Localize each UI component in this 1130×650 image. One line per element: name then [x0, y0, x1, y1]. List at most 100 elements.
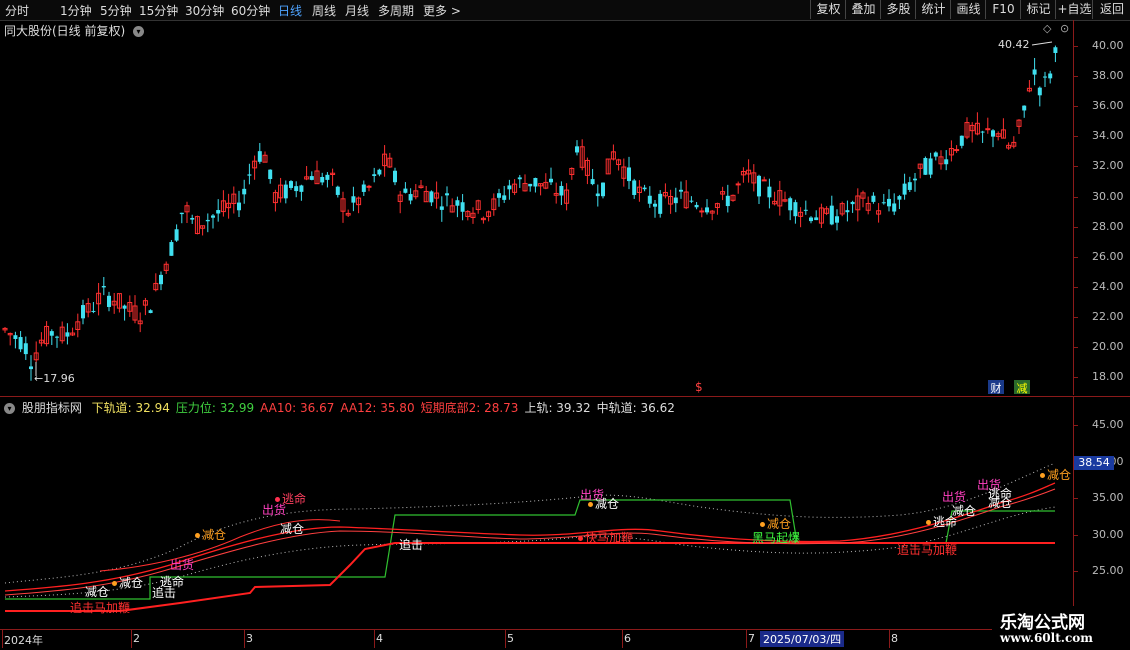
candle: [964, 117, 970, 140]
candle: [720, 186, 726, 201]
candle: [59, 321, 65, 344]
candle: [610, 144, 616, 161]
candle: [408, 188, 413, 205]
signal-label: 追击: [152, 584, 176, 601]
candle: [107, 291, 111, 312]
candlestick-chart[interactable]: [0, 20, 1073, 395]
period-tab-multi[interactable]: 多周期: [378, 2, 414, 19]
statistics-button[interactable]: 统计: [915, 0, 951, 19]
fuquan-button[interactable]: 复权: [810, 0, 846, 19]
signal-label: 减仓: [195, 526, 226, 543]
candle: [860, 190, 866, 208]
candle: [668, 189, 674, 214]
candle: [969, 122, 975, 143]
candle: [632, 178, 637, 199]
period-tab-monthly[interactable]: 月线: [345, 2, 369, 19]
back-button[interactable]: 返回: [1092, 0, 1130, 19]
multi-stock-button[interactable]: 多股: [880, 0, 916, 19]
candle: [220, 190, 226, 217]
candle: [549, 167, 553, 186]
indicator-axis-line: [1073, 397, 1074, 630]
dollar-marker[interactable]: $: [695, 380, 703, 394]
candle: [1048, 70, 1053, 84]
candle: [662, 183, 668, 199]
overlay-button[interactable]: 叠加: [845, 0, 881, 19]
candle: [995, 131, 1001, 141]
period-tab-30min[interactable]: 30分钟: [185, 2, 224, 19]
signal-dot-icon: [588, 502, 593, 507]
price-axis-tick: [1073, 46, 1078, 47]
period-tab-daily[interactable]: 日线: [278, 2, 302, 19]
price-axis-label: 24.00: [1092, 279, 1124, 293]
candle: [881, 193, 886, 205]
candle: [948, 140, 954, 162]
candle: [372, 167, 377, 183]
finance-badge[interactable]: 财: [988, 380, 1004, 395]
candle: [818, 203, 824, 228]
reduce-holding-badge[interactable]: 减: [1014, 380, 1030, 395]
candle: [278, 177, 284, 203]
price-axis-tick: [1073, 316, 1078, 318]
period-tab-more[interactable]: 更多 >: [423, 2, 461, 19]
price-axis-tick: [1073, 377, 1078, 379]
period-tab-15min[interactable]: 15分钟: [139, 2, 178, 19]
mark-button[interactable]: 标记: [1020, 0, 1056, 19]
candle: [974, 112, 980, 136]
candle: [1016, 119, 1022, 134]
signal-label: 追击: [399, 536, 423, 553]
candle: [533, 177, 538, 193]
indicator-axis-tick: [1073, 498, 1078, 499]
candle: [439, 196, 444, 222]
low-price-value: 17.96: [43, 372, 75, 385]
candle: [190, 214, 195, 224]
period-tab-weekly[interactable]: 周线: [312, 2, 336, 19]
price-axis-label: 22.00: [1092, 309, 1124, 323]
candle: [70, 327, 76, 336]
candle: [892, 193, 897, 216]
candle: [709, 210, 715, 221]
candle: [798, 207, 804, 228]
candle: [699, 207, 705, 218]
candle: [403, 182, 408, 194]
watermark-name: 乐淘公式网: [1000, 613, 1085, 633]
candle: [502, 185, 507, 203]
candle: [101, 277, 106, 296]
candle: [1011, 136, 1017, 149]
signal-text: 减仓: [595, 497, 620, 511]
candle: [887, 189, 891, 212]
candle: [902, 173, 907, 200]
period-tab-5min[interactable]: 5分钟: [100, 2, 132, 19]
period-tab-1min[interactable]: 1分钟: [60, 2, 92, 19]
signal-text: 出货: [262, 503, 287, 517]
high-price-label: 40.42: [998, 38, 1030, 51]
period-tab-60min[interactable]: 60分钟: [231, 2, 270, 19]
period-tab-fenshi[interactable]: 分时: [5, 2, 29, 19]
candle: [605, 158, 611, 175]
candle: [714, 202, 720, 215]
candle: [616, 158, 622, 171]
candle: [954, 145, 960, 153]
candle: [788, 196, 793, 221]
candle: [491, 193, 497, 216]
candle: [694, 202, 699, 210]
draw-line-button[interactable]: 画线: [950, 0, 986, 19]
signal-label: 减仓: [952, 502, 976, 519]
price-axis-label: 18.00: [1092, 370, 1124, 384]
add-favorite-button[interactable]: +自选: [1055, 0, 1093, 19]
candle: [137, 312, 143, 333]
candle: [538, 183, 544, 196]
candle: [257, 143, 262, 164]
upper-band-line: [4, 462, 1056, 584]
candle: [309, 171, 314, 181]
candle: [91, 301, 96, 314]
candle: [579, 139, 585, 171]
f10-button[interactable]: F10: [985, 0, 1021, 19]
candle: [683, 180, 689, 210]
candle: [564, 183, 570, 211]
candle: [294, 181, 299, 198]
candle: [460, 194, 465, 221]
signal-text: 黑马起爆: [752, 531, 801, 545]
candle: [18, 331, 23, 353]
candle: [751, 164, 757, 192]
candle: [205, 213, 210, 233]
